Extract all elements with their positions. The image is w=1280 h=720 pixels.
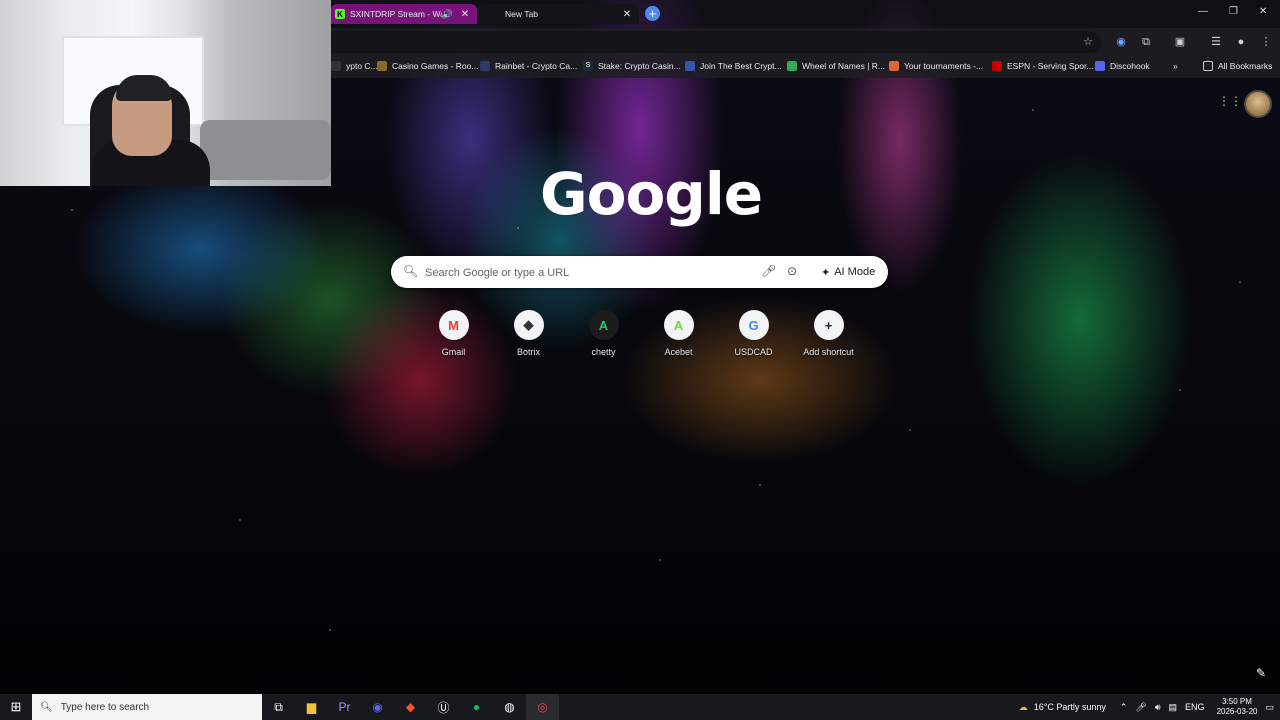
unreal-icon[interactable]: Ⓤ xyxy=(427,694,460,720)
acebet-icon: A xyxy=(663,310,694,340)
account-avatar[interactable] xyxy=(1244,90,1272,118)
brave-icon[interactable]: ◆ xyxy=(394,694,427,720)
chetty-icon: A xyxy=(588,310,619,340)
tab-new-tab[interactable]: New Tab ✕ xyxy=(477,4,639,24)
obs-icon[interactable]: ◍ xyxy=(493,694,526,720)
bookmark-star-icon[interactable]: ☆ xyxy=(1081,35,1095,49)
system-tray: ☁ 16°C Partly sunny ⌃ 🎤︎ 🔊︎ ▤ ENG 3:50 P… xyxy=(1019,694,1280,720)
tab-title: SXINTDRIP Stream - Watch xyxy=(350,9,442,19)
windows-taskbar: ⊞ 🔍︎ Type here to search ⧉ ▆ Pr ◉ ◆ Ⓤ ● … xyxy=(0,694,1280,720)
bookmark-item[interactable]: Join The Best Crypt... xyxy=(685,61,782,71)
close-tab-icon[interactable]: ✕ xyxy=(621,9,633,20)
new-tab-button[interactable]: + xyxy=(645,6,660,21)
minimize-icon[interactable]: — xyxy=(1198,6,1208,17)
cast-icon[interactable]: ▣ xyxy=(1173,35,1187,49)
shortcut-tile[interactable]: G USDCAD xyxy=(716,310,791,357)
search-icon: 🔍︎ xyxy=(403,264,419,278)
shortcut-tile[interactable]: M Gmail xyxy=(416,310,491,357)
bookmark-item[interactable]: Wheel of Names | R... xyxy=(787,61,885,71)
bookmark-item[interactable]: S Stake: Crypto Casin... xyxy=(583,61,681,71)
tab-strip: K SXINTDRIP Stream - Watch 🔊 ✕ New Tab ✕… xyxy=(331,0,1280,28)
puzzle-icon[interactable]: ⧉ xyxy=(1139,35,1153,49)
extension-icon[interactable]: ◉ xyxy=(1114,35,1128,49)
spotify-icon[interactable]: ● xyxy=(460,694,493,720)
task-view-icon[interactable]: ⧉ xyxy=(262,694,295,720)
gmail-icon: M xyxy=(438,310,469,340)
speaker-icon[interactable]: 🔊 xyxy=(442,9,453,20)
all-bookmarks-folder[interactable]: All Bookmarks xyxy=(1203,61,1272,71)
search-icon: 🔍︎ xyxy=(40,701,53,713)
shortcut-tile[interactable]: A Acebet xyxy=(641,310,716,357)
tab-stream[interactable]: K SXINTDRIP Stream - Watch 🔊 ✕ xyxy=(331,4,477,24)
bookmark-item[interactable]: ypto C... xyxy=(331,61,378,71)
discord-icon[interactable]: ◉ xyxy=(361,694,394,720)
plus-icon: + xyxy=(813,310,844,340)
bookmark-item[interactable]: Casino Games - Roo... xyxy=(377,61,478,71)
google-logo: Google xyxy=(540,160,763,228)
close-window-icon[interactable]: ✕ xyxy=(1259,6,1267,17)
webcam-overlay xyxy=(0,0,331,186)
ai-mode-button[interactable]: ✦ AI Mode xyxy=(815,261,881,283)
mic-tray-icon[interactable]: 🎤︎ xyxy=(1135,702,1146,713)
search-box[interactable]: 🔍︎ 🎤︎ ⊙ ✦AI Mode xyxy=(391,256,888,288)
file-explorer-icon[interactable]: ▆ xyxy=(295,694,328,720)
bookmark-item[interactable]: ESPN - Serving Spor... xyxy=(992,61,1093,71)
notification-icon[interactable]: ▭ xyxy=(1265,702,1274,713)
tray-chevron-icon[interactable]: ⌃ xyxy=(1120,702,1128,713)
customize-pencil-icon[interactable]: ✎ xyxy=(1256,666,1266,680)
clock[interactable]: 3:50 PM 2026-03-20 xyxy=(1209,697,1266,717)
bookmark-item[interactable]: Your tournaments -... xyxy=(889,61,983,71)
bookmark-item[interactable]: Rainbet - Crypto Ca... xyxy=(480,61,577,71)
folder-icon xyxy=(1203,61,1213,71)
restore-icon[interactable]: ❐ xyxy=(1229,6,1238,17)
kick-icon: K xyxy=(335,9,345,19)
close-tab-icon[interactable]: ✕ xyxy=(459,9,471,20)
bookmark-item[interactable]: Discohook xyxy=(1095,61,1150,71)
network-icon[interactable]: ▤ xyxy=(1169,702,1178,713)
search-input[interactable] xyxy=(423,262,747,284)
ai-mode-icon: ✦ xyxy=(821,266,831,279)
tab-title: New Tab xyxy=(505,9,538,19)
shortcuts-grid: M Gmail ◆ Botrix A chetty A Acebet G USD… xyxy=(416,310,866,357)
weather-icon[interactable]: ☁ xyxy=(1019,702,1028,713)
add-shortcut-button[interactable]: + Add shortcut xyxy=(791,310,866,357)
taskbar-search[interactable]: 🔍︎ Type here to search xyxy=(32,694,262,720)
windows-start-icon[interactable]: ⊞ xyxy=(0,699,32,715)
apps-grid-icon[interactable]: ⋮⋮ xyxy=(1218,94,1242,108)
premiere-icon[interactable]: Pr xyxy=(328,694,361,720)
chrome-icon[interactable]: ◎ xyxy=(526,694,559,720)
browser-toolbar: ☆ ◉ ⧉ ▣ ☰ ● ⋮ xyxy=(331,28,1280,56)
tab-search-icon[interactable]: ☰ xyxy=(1209,35,1223,49)
profile-icon[interactable]: ● xyxy=(1234,35,1248,49)
more-bookmarks-icon[interactable]: » xyxy=(1173,61,1178,71)
shortcut-tile[interactable]: ◆ Botrix xyxy=(491,310,566,357)
address-bar[interactable] xyxy=(331,31,1101,53)
bookmarks-bar: ypto C... Casino Games - Roo... Rainbet … xyxy=(331,56,1280,78)
volume-icon[interactable]: 🔊︎ xyxy=(1155,702,1161,713)
botrix-icon: ◆ xyxy=(513,310,544,340)
microphone-icon[interactable]: 🎤︎ xyxy=(761,264,776,278)
menu-icon[interactable]: ⋮ xyxy=(1259,35,1273,49)
weather-text[interactable]: 16°C Partly sunny xyxy=(1034,702,1106,712)
language-indicator[interactable]: ENG xyxy=(1185,702,1205,712)
google-g-icon: G xyxy=(738,310,769,340)
shortcut-tile[interactable]: A chetty xyxy=(566,310,641,357)
lens-icon[interactable]: ⊙ xyxy=(787,264,797,278)
